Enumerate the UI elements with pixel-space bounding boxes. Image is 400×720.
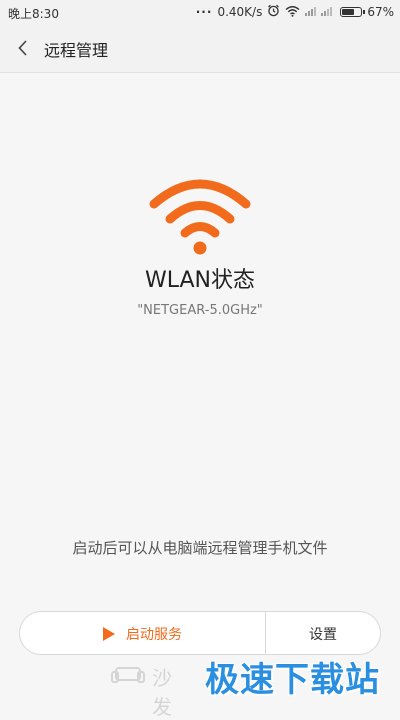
wlan-status-title: WLAN状态 — [144, 268, 256, 293]
battery-percent: 67% — [367, 5, 394, 19]
wifi-signal-icon — [285, 5, 300, 20]
sofa-watermark: 沙发 — [110, 662, 172, 719]
sofa-logo-icon — [111, 667, 145, 683]
back-button[interactable] — [10, 34, 38, 62]
start-service-button[interactable]: 启动服务 — [20, 612, 265, 654]
cell-signal-icon — [305, 5, 335, 19]
settings-button[interactable]: 设置 — [266, 612, 380, 654]
wifi-icon — [146, 176, 254, 256]
chevron-left-icon — [18, 40, 27, 56]
network-speed: 0.40K/s — [217, 5, 263, 19]
settings-label: 设置 — [309, 627, 337, 643]
status-time: 晚上8:30 — [8, 7, 59, 21]
battery-icon — [340, 7, 366, 17]
app-header: 远程管理 — [0, 24, 400, 73]
status-bar: 晚上8:30 ··· 0.40K/s 67% — [0, 0, 400, 24]
start-service-label: 启动服务 — [126, 627, 182, 643]
watermark: 极速下载站 — [205, 660, 380, 700]
alarm-icon — [267, 4, 280, 20]
sofa-watermark-text: 沙发 — [152, 666, 172, 719]
network-name: "NETGEAR-5.0GHz" — [137, 303, 263, 318]
battery-level — [342, 9, 354, 15]
action-bar: 启动服务 设置 — [19, 611, 381, 655]
notification-dots: ··· — [195, 5, 213, 19]
status-indicators: ··· 0.40K/s 67% — [196, 4, 394, 20]
play-icon — [103, 627, 115, 641]
page-title: 远程管理 — [44, 41, 109, 60]
remote-manage-description: 启动后可以从电脑端远程管理手机文件 — [72, 539, 328, 557]
